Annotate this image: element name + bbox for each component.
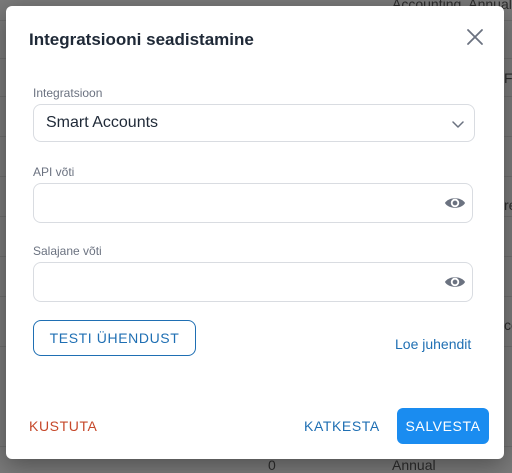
background-text: 0 [268,457,276,473]
background-text: F [504,70,512,86]
api-key-label: API võti [33,165,75,179]
integration-label: Integratsioon [33,86,103,100]
eye-icon[interactable] [444,194,466,212]
integration-select[interactable]: Smart Accounts [33,104,475,142]
secret-key-field [33,262,473,302]
cancel-button[interactable]: KATKESTA [304,418,380,434]
close-icon [467,29,483,45]
integration-selected-value: Smart Accounts [46,114,159,131]
chevron-down-icon [452,121,464,128]
background-text: co [504,317,512,333]
integration-settings-dialog: Integratsiooni seadistamine Integratsioo… [6,6,504,459]
save-button[interactable]: SALVESTA [397,408,489,444]
dialog-title: Integratsiooni seadistamine [29,30,254,49]
delete-button[interactable]: KUSTUTA [29,418,98,434]
close-button[interactable] [465,27,485,47]
api-key-input[interactable] [44,185,438,223]
instructions-link[interactable]: Loe juhendit [395,336,471,352]
api-key-field [33,183,473,223]
test-connection-button[interactable]: TESTI ÜHENDUST [33,320,196,356]
secret-key-input[interactable] [44,264,438,302]
eye-icon[interactable] [444,273,466,291]
background-text: re [504,197,512,213]
secret-key-label: Salajane võti [33,244,102,258]
background-text: Annual [392,457,436,473]
